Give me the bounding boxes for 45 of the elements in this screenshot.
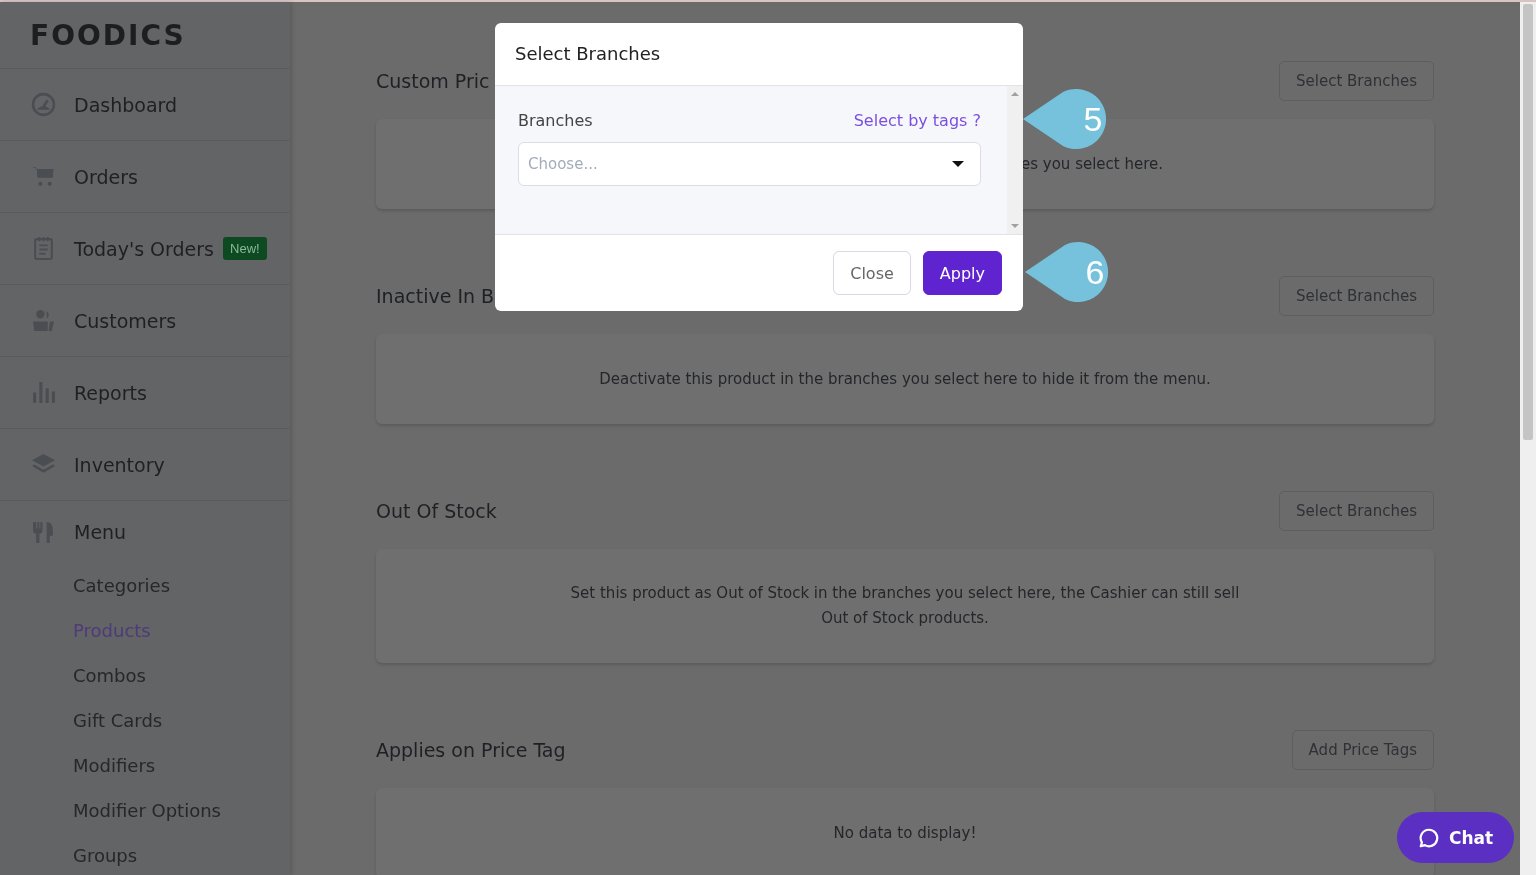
submenu-item[interactable]: Categories — [73, 563, 290, 608]
sidebar-item[interactable]: Dashboard — [0, 69, 290, 141]
cutlery-icon — [31, 519, 56, 545]
scroll-down-icon[interactable] — [1011, 224, 1019, 228]
section-title: Custom Pric — [376, 70, 490, 92]
sidebar-item[interactable]: Orders — [0, 141, 290, 213]
modal-scrollbar[interactable] — [1007, 86, 1023, 234]
section-title: Applies on Price Tag — [376, 739, 566, 761]
sidebar-item[interactable]: Customers — [0, 285, 290, 357]
close-button[interactable]: Close — [833, 251, 911, 295]
field-label: Branches — [518, 111, 593, 130]
notepad-icon — [31, 236, 56, 261]
sidebar-item[interactable]: Menu — [0, 501, 290, 563]
add-price-tags-button[interactable]: Add Price Tags — [1291, 730, 1434, 770]
submenu-item[interactable]: Groups — [73, 833, 290, 875]
chat-button[interactable]: Chat — [1397, 812, 1514, 863]
sidebar-item[interactable]: Reports — [0, 357, 290, 429]
info-text: Deactivate this product in the branches you select here to hide it from the menu. — [599, 370, 1211, 388]
sidebar-item[interactable]: Today's Orders New! — [0, 213, 290, 285]
people-icon — [31, 308, 56, 333]
scrollbar-thumb[interactable] — [1523, 4, 1533, 440]
sidebar-item[interactable]: Inventory — [0, 429, 290, 501]
scrollbar[interactable] — [1520, 2, 1536, 875]
bar-chart-icon — [31, 380, 56, 405]
branches-dropdown[interactable]: Choose... — [518, 142, 981, 186]
section-title: Out Of Stock — [376, 500, 497, 522]
select-by-tags-link[interactable]: Select by tags ? — [853, 111, 981, 130]
submenu-item[interactable]: Modifiers — [73, 743, 290, 788]
scroll-up-icon[interactable] — [1011, 92, 1019, 96]
section-title: Inactive In B — [376, 285, 495, 307]
submenu-item[interactable]: Gift Cards — [73, 698, 290, 743]
submenu-item[interactable]: Combos — [73, 653, 290, 698]
select-branches-button[interactable]: Select Branches — [1279, 276, 1434, 316]
select-branches-button[interactable]: Select Branches — [1279, 61, 1434, 101]
apply-button[interactable]: Apply — [922, 251, 1002, 295]
caret-icon — [952, 161, 964, 167]
info-text: No data to display! — [833, 824, 977, 842]
speech-bubble-icon — [1417, 826, 1440, 849]
logo: FOODICS — [30, 18, 186, 52]
submenu-item[interactable]: Modifier Options — [73, 788, 290, 833]
select-branches-button[interactable]: Select Branches — [1279, 491, 1434, 531]
new-badge: New! — [223, 237, 267, 260]
gauge-icon — [31, 92, 56, 117]
cart-icon — [31, 164, 56, 189]
info-text: Set this product as Out of Stock in the branches you select here, the Cashier can still sell Out of Stock products. — [569, 583, 1241, 629]
